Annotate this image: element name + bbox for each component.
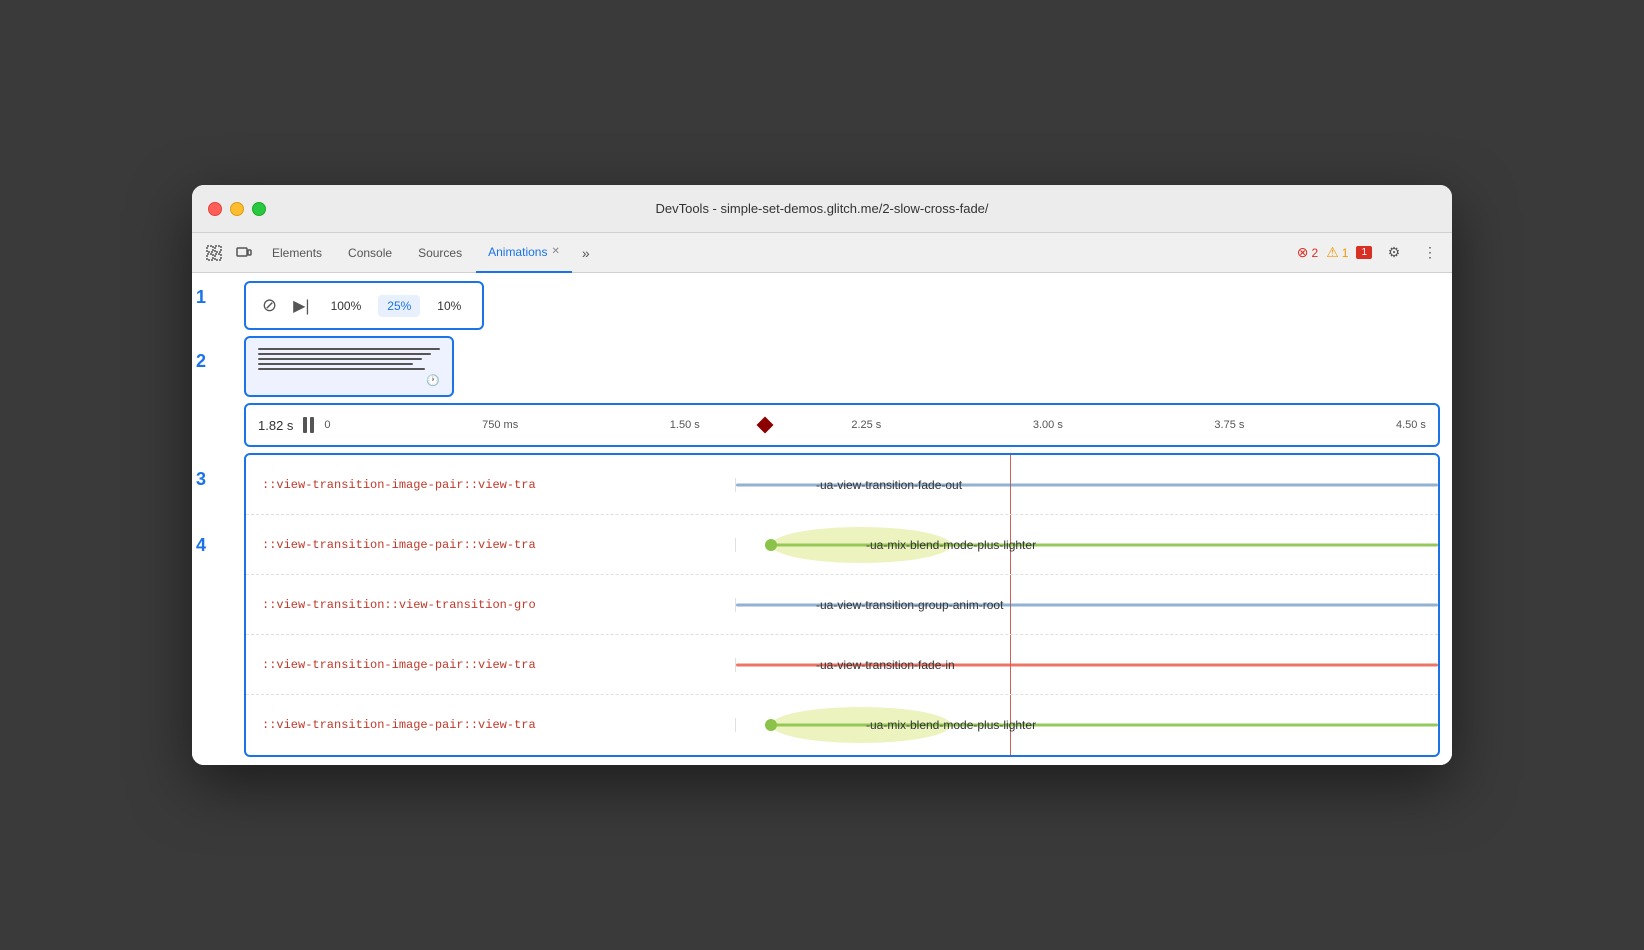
speed-100-button[interactable]: 100% xyxy=(322,295,371,317)
timeline-ruler[interactable]: 0 750 ms 1.50 s 2.25 s 3.00 s 3.75 s 4.5… xyxy=(324,405,1426,445)
tab-animations[interactable]: Animations ✕ xyxy=(476,233,572,273)
ruler-label-450: 4.50 s xyxy=(1396,419,1426,431)
ruler-label-375: 3.75 s xyxy=(1214,419,1244,431)
speed-10-button[interactable]: 10% xyxy=(428,295,470,317)
anim-track-2: -ua-mix-blend-mode-plus-lighter xyxy=(736,515,1438,574)
more-options-icon[interactable]: ⋮ xyxy=(1416,239,1444,267)
section-label-1: 1 xyxy=(196,287,206,308)
animation-preview-panel: 🕐 xyxy=(244,336,454,397)
speed-25-button[interactable]: 25% xyxy=(378,295,420,317)
ruler-labels: 0 750 ms 1.50 s 2.25 s 3.00 s 3.75 s 4.5… xyxy=(324,419,1426,431)
error-count: 2 xyxy=(1312,246,1319,260)
preview-line-1 xyxy=(258,348,440,350)
table-row: ::view-transition::view-transition-gro -… xyxy=(246,575,1438,635)
tab-more-button[interactable]: » xyxy=(574,245,598,261)
inspect-icon[interactable] xyxy=(200,239,228,267)
anim-track-3: -ua-view-transition-group-anim-root xyxy=(736,575,1438,634)
close-button[interactable] xyxy=(208,202,222,216)
device-toggle-icon[interactable] xyxy=(230,239,258,267)
animation-preview xyxy=(258,348,440,370)
warning-icon: ⚠ xyxy=(1326,244,1339,261)
minimize-button[interactable] xyxy=(230,202,244,216)
animation-rows-panel: ::view-transition-image-pair::view-tra -… xyxy=(244,453,1440,757)
error-badge: ⊗ 2 xyxy=(1297,244,1318,261)
error-icon: ⊗ xyxy=(1297,244,1309,261)
animation-controls: ⊘ ▶| 100% 25% 10% xyxy=(244,281,484,330)
anim-track-1: -ua-view-transition-fade-out xyxy=(736,455,1438,514)
tab-bar: Elements Console Sources Animations ✕ » … xyxy=(192,233,1452,273)
ruler-label-0: 0 xyxy=(324,419,330,431)
section-label-4: 4 xyxy=(196,535,206,556)
info-count: 1 xyxy=(1356,246,1372,259)
preview-line-2 xyxy=(258,353,431,355)
track-line-3 xyxy=(736,603,1438,606)
anim-track-5: -ua-mix-blend-mode-plus-lighter xyxy=(736,695,1438,755)
play-button[interactable]: ▶| xyxy=(289,292,313,320)
track-line-5 xyxy=(771,724,1438,727)
ruler-label-150: 1.50 s xyxy=(670,419,700,431)
table-row: ::view-transition-image-pair::view-tra -… xyxy=(246,515,1438,575)
preview-line-3 xyxy=(258,358,422,360)
track-dot-5 xyxy=(765,719,777,731)
devtools-window: DevTools - simple-set-demos.glitch.me/2-… xyxy=(192,185,1452,765)
info-badge: 1 xyxy=(1356,246,1372,259)
anim-label-4: ::view-transition-image-pair::view-tra xyxy=(246,658,736,672)
track-line-2 xyxy=(771,543,1438,546)
ruler-label-750: 750 ms xyxy=(482,419,518,431)
track-line-4 xyxy=(736,663,1438,666)
section-label-2: 2 xyxy=(196,351,206,372)
clear-button[interactable]: ⊘ xyxy=(258,291,281,320)
warning-count: 1 xyxy=(1342,246,1349,260)
track-line-1 xyxy=(736,483,1438,486)
preview-line-5 xyxy=(258,368,425,370)
section-label-3: 3 xyxy=(196,469,206,490)
ruler-label-225: 2.25 s xyxy=(851,419,881,431)
current-time-display: 1.82 s xyxy=(258,418,293,433)
anim-label-5: ::view-transition-image-pair::view-tra xyxy=(246,718,736,732)
tab-right-icons: ⊗ 2 ⚠ 1 1 ⚙ ⋮ xyxy=(1297,239,1444,267)
main-content: 1 ⊘ ▶| 100% 25% 10% 2 xyxy=(192,273,1452,765)
preview-line-4 xyxy=(258,363,413,365)
anim-label-2: ::view-transition-image-pair::view-tra xyxy=(246,538,736,552)
maximize-button[interactable] xyxy=(252,202,266,216)
time-marker xyxy=(765,419,777,431)
pause-icon xyxy=(303,417,314,433)
anim-label-1: ::view-transition-image-pair::view-tra xyxy=(246,478,736,492)
devtools-body: Elements Console Sources Animations ✕ » … xyxy=(192,233,1452,765)
table-row: ::view-transition-image-pair::view-tra -… xyxy=(246,635,1438,695)
tab-elements[interactable]: Elements xyxy=(260,233,334,273)
tab-sources[interactable]: Sources xyxy=(406,233,474,273)
preview-footer: 🕐 xyxy=(258,374,440,387)
track-dot-2 xyxy=(765,539,777,551)
settings-icon[interactable]: ⚙ xyxy=(1380,239,1408,267)
ruler-label-300: 3.00 s xyxy=(1033,419,1063,431)
anim-label-3: ::view-transition::view-transition-gro xyxy=(246,598,736,612)
anim-track-4: -ua-view-transition-fade-in xyxy=(736,635,1438,694)
traffic-lights xyxy=(208,202,266,216)
table-row: ::view-transition-image-pair::view-tra -… xyxy=(246,695,1438,755)
window-title: DevTools - simple-set-demos.glitch.me/2-… xyxy=(655,201,988,216)
tab-close-icon[interactable]: ✕ xyxy=(551,246,559,257)
tab-console[interactable]: Console xyxy=(336,233,404,273)
timeline-ruler-panel[interactable]: 1.82 s 0 750 ms 1.50 s 2.25 s 3.00 s 3.7… xyxy=(244,403,1440,447)
warning-badge: ⚠ 1 xyxy=(1326,244,1348,261)
title-bar: DevTools - simple-set-demos.glitch.me/2-… xyxy=(192,185,1452,233)
sections-wrapper: 1 ⊘ ▶| 100% 25% 10% 2 xyxy=(192,273,1452,765)
clock-icon: 🕐 xyxy=(426,374,440,387)
table-row: ::view-transition-image-pair::view-tra -… xyxy=(246,455,1438,515)
